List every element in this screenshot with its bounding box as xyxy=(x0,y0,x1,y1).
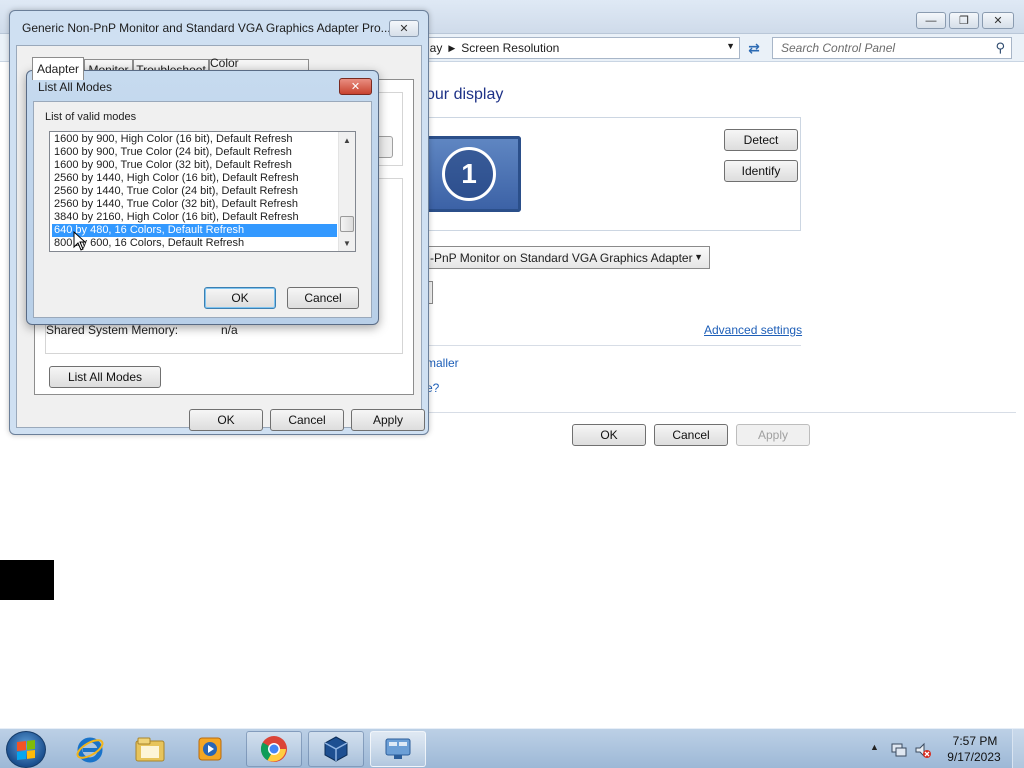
refresh-icon[interactable]: ⇄ xyxy=(742,38,766,58)
shared-memory-value: n/a xyxy=(221,323,238,337)
list-item[interactable]: 640 by 480, 16 Colors, Default Refresh xyxy=(52,224,337,237)
scroll-thumb[interactable] xyxy=(340,216,354,232)
page-title: our display xyxy=(426,86,504,103)
show-desktop-button[interactable] xyxy=(1012,729,1024,768)
modes-ok-button[interactable]: OK xyxy=(204,287,276,309)
props-cancel-button[interactable]: Cancel xyxy=(270,409,344,431)
modes-cancel-button[interactable]: Cancel xyxy=(287,287,359,309)
chevron-down-icon[interactable]: ▼ xyxy=(694,252,703,262)
chevron-down-icon[interactable]: ▼ xyxy=(726,41,735,51)
list-item[interactable]: 1600 by 900, True Color (24 bit), Defaul… xyxy=(52,146,337,159)
show-hidden-icons-icon[interactable]: ▲ xyxy=(870,742,879,752)
mouse-cursor-icon xyxy=(73,231,87,251)
clock-time[interactable]: 7:57 PM xyxy=(950,734,1000,748)
list-item[interactable]: 2560 by 1440, High Color (16 bit), Defau… xyxy=(52,172,337,185)
modes-listbox[interactable]: 1600 by 900, High Color (16 bit), Defaul… xyxy=(49,131,356,252)
taskbar: ▲ xyxy=(0,728,1024,768)
windows-explorer-icon[interactable] xyxy=(122,731,178,767)
volume-muted-icon[interactable] xyxy=(914,741,932,759)
close-button[interactable]: ✕ xyxy=(389,20,419,37)
search-placeholder: Search Control Panel xyxy=(781,41,896,55)
list-item[interactable]: 2560 by 1440, True Color (32 bit), Defau… xyxy=(52,198,337,211)
breadcrumb-arrow-icon[interactable]: ▶ xyxy=(448,43,455,54)
breadcrumb-display[interactable]: lay xyxy=(427,41,442,55)
divider xyxy=(426,345,801,346)
scroll-down-icon[interactable]: ▼ xyxy=(339,235,355,251)
identify-button[interactable]: Identify xyxy=(724,160,798,182)
cp-cancel-button[interactable]: Cancel xyxy=(654,424,728,446)
detect-button[interactable]: Detect xyxy=(724,129,798,151)
dialog-title: List All Modes xyxy=(38,80,113,94)
cp-ok-button[interactable]: OK xyxy=(572,424,646,446)
internet-explorer-icon[interactable] xyxy=(62,731,118,767)
list-all-modes-dialog: List All Modes ✕ List of valid modes 160… xyxy=(26,70,379,325)
chrome-icon[interactable] xyxy=(246,731,302,767)
display-select-value: -PnP Monitor on Standard VGA Graphics Ad… xyxy=(430,251,693,265)
close-button[interactable]: ✕ xyxy=(982,12,1014,29)
breadcrumb[interactable]: lay ▶ Screen Resolution ▼ xyxy=(380,37,740,59)
search-icon[interactable]: ⚲ xyxy=(995,40,1005,56)
breadcrumb-screen-resolution[interactable]: Screen Resolution xyxy=(461,41,559,55)
tab-adapter[interactable]: Adapter xyxy=(32,57,84,80)
display-select[interactable]: -PnP Monitor on Standard VGA Graphics Ad… xyxy=(426,246,710,269)
clock-date[interactable]: 9/17/2023 xyxy=(944,750,1004,764)
minimize-button[interactable]: — xyxy=(916,12,946,29)
search-input[interactable]: Search Control Panel ⚲ xyxy=(772,37,1012,59)
props-ok-button[interactable]: OK xyxy=(189,409,263,431)
monitor-1-icon[interactable]: 1 xyxy=(426,136,521,212)
list-item[interactable]: 1600 by 900, True Color (32 bit), Defaul… xyxy=(52,159,337,172)
shared-memory-label: Shared System Memory: xyxy=(46,323,179,337)
list-item[interactable]: 800 by 600, 16 Colors, Default Refresh xyxy=(52,237,337,250)
cp-apply-button[interactable]: Apply xyxy=(736,424,810,446)
close-button[interactable]: ✕ xyxy=(339,78,372,95)
windows-logo-icon xyxy=(17,740,35,760)
list-item[interactable]: 2560 by 1440, True Color (24 bit), Defau… xyxy=(52,185,337,198)
media-player-icon[interactable] xyxy=(182,731,238,767)
modes-group-label: List of valid modes xyxy=(45,111,137,123)
list-item[interactable]: 1600 by 900, High Color (16 bit), Defaul… xyxy=(52,133,337,146)
scrollbar[interactable]: ▲ ▼ xyxy=(338,132,355,251)
scroll-up-icon[interactable]: ▲ xyxy=(339,132,355,148)
list-all-modes-button[interactable]: List All Modes xyxy=(49,366,161,388)
virtualbox-icon[interactable] xyxy=(308,731,364,767)
monitor-number: 1 xyxy=(442,147,496,201)
make-text-smaller-link[interactable]: maller xyxy=(426,356,459,370)
list-item[interactable]: 3840 by 2160, High Color (16 bit), Defau… xyxy=(52,211,337,224)
network-icon[interactable] xyxy=(890,741,908,759)
start-button[interactable] xyxy=(6,731,46,768)
control-panel-icon[interactable] xyxy=(370,731,426,767)
maximize-button[interactable]: ❐ xyxy=(949,12,979,29)
props-apply-button[interactable]: Apply xyxy=(351,409,425,431)
divider xyxy=(426,412,1016,413)
dialog-title: Generic Non-PnP Monitor and Standard VGA… xyxy=(22,21,391,35)
black-overlay xyxy=(0,560,54,600)
advanced-settings-link[interactable]: Advanced settings xyxy=(704,323,802,337)
